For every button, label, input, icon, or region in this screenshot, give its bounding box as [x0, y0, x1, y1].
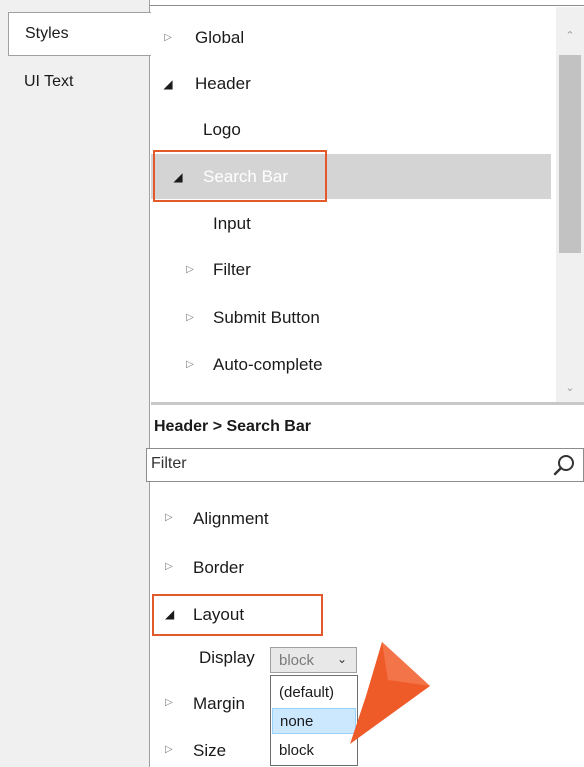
- scroll-up-icon[interactable]: ⌃: [556, 29, 584, 42]
- option-label: none: [280, 712, 314, 730]
- filter-field[interactable]: [146, 448, 584, 482]
- tree-item-input[interactable]: Input: [151, 201, 551, 246]
- scroll-down-icon[interactable]: ⌄: [556, 381, 584, 394]
- tree-item-submit-button[interactable]: ▷ Submit Button: [151, 295, 551, 340]
- property-group-label: Border: [193, 558, 245, 577]
- expand-arrow-icon[interactable]: ▷: [183, 264, 197, 275]
- callout-box-layout: [152, 594, 323, 636]
- collapse-arrow-icon[interactable]: ◢: [161, 77, 175, 91]
- tab-ui-text[interactable]: UI Text: [8, 60, 150, 104]
- tree-item-label: Input: [213, 213, 251, 233]
- property-group-label: Margin: [193, 694, 245, 713]
- tree-item-label: Submit Button: [213, 307, 320, 327]
- expand-arrow-icon[interactable]: ▷: [165, 744, 173, 755]
- callout-pointer-icon: [350, 642, 430, 744]
- tree-item-label: Header: [195, 73, 251, 93]
- tree-item-label: Global: [195, 27, 245, 47]
- tree-item-label: Auto-complete: [213, 354, 323, 374]
- tab-styles[interactable]: Styles: [8, 12, 151, 56]
- callout-box-search-bar: [153, 150, 327, 202]
- pane-splitter[interactable]: [151, 402, 584, 405]
- expand-arrow-icon[interactable]: ▷: [165, 512, 173, 523]
- filter-input[interactable]: [147, 449, 547, 479]
- tab-styles-label: Styles: [25, 25, 69, 42]
- tree-item-logo[interactable]: Logo: [151, 107, 551, 152]
- option-label: block: [279, 741, 315, 759]
- property-group-alignment[interactable]: ▷ Alignment: [151, 499, 584, 541]
- tree-item-filter[interactable]: ▷ Filter: [151, 247, 551, 292]
- property-group-label: Size: [193, 741, 227, 760]
- breadcrumb: Header > Search Bar: [154, 418, 311, 435]
- scrollbar-thumb[interactable]: [559, 55, 581, 253]
- property-group-border[interactable]: ▷ Border: [151, 548, 584, 590]
- tab-ui-text-label: UI Text: [24, 73, 74, 90]
- display-label: Display: [199, 648, 255, 667]
- property-group-label: Alignment: [193, 509, 269, 528]
- search-icon[interactable]: [553, 453, 577, 477]
- tree-item-label: Filter: [213, 259, 251, 279]
- tree-item-label: Logo: [203, 119, 241, 139]
- option-label: (default): [279, 683, 335, 701]
- expand-arrow-icon[interactable]: ▷: [161, 32, 175, 43]
- tab-column: Styles UI Text: [0, 0, 151, 767]
- tree-item-auto-complete[interactable]: ▷ Auto-complete: [151, 342, 551, 387]
- expand-arrow-icon[interactable]: ▷: [165, 561, 173, 572]
- display-select-value: block: [279, 651, 315, 669]
- expand-arrow-icon[interactable]: ▷: [165, 697, 173, 708]
- expand-arrow-icon[interactable]: ▷: [183, 312, 197, 323]
- expand-arrow-icon[interactable]: ▷: [183, 359, 197, 370]
- tree-item-header[interactable]: ◢ Header: [151, 61, 551, 106]
- tree-item-global[interactable]: ▷ Global: [151, 15, 551, 60]
- style-tree: ▷ Global ◢ Header Logo ◢ Search Bar Inpu…: [151, 7, 584, 402]
- style-editor-panel: Styles UI Text ▷ Global ◢ Header Logo ◢ …: [0, 0, 584, 767]
- tree-scrollbar[interactable]: ⌃ ⌄: [556, 7, 584, 402]
